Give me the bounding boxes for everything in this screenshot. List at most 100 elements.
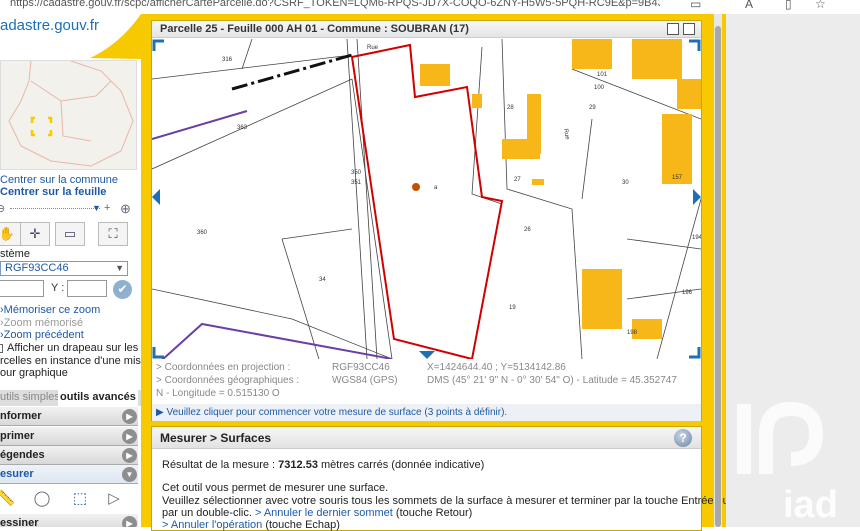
pan-hand-icon[interactable]: ✋ — [0, 222, 22, 246]
cancel-operation-link[interactable]: > Annuler l'opération — [162, 519, 262, 531]
accordion-dessiner[interactable]: essiner ▶ — [0, 514, 138, 527]
coordinate-system-select[interactable]: RGF93CC46 ▼ — [0, 261, 128, 276]
parcel-label: 316 — [222, 57, 233, 63]
accordion-informer-label: nformer — [0, 410, 42, 422]
previous-zoom-link[interactable]: ›Zoom précédent — [0, 329, 84, 341]
split-icon[interactable]: ▯ — [785, 0, 792, 11]
ruler-icon[interactable]: 📏 — [0, 487, 18, 511]
zoom-in-icon[interactable]: ⊕ — [120, 201, 131, 217]
map-panel: Parcelle 25 - Feuille 000 AH 01 - Commun… — [151, 20, 702, 421]
url-text[interactable]: https://cadastre.gouv.fr/scpc/afficherCa… — [10, 0, 660, 9]
parcel-label: 350 — [351, 170, 362, 176]
flag-option[interactable]: Afficher un drapeau sur les — [0, 342, 138, 354]
browser-url-bar[interactable]: https://cadastre.gouv.fr/scpc/afficherCa… — [0, 0, 860, 14]
road-label: Rue — [367, 45, 379, 51]
circle-measure-icon[interactable]: ◯ — [30, 487, 54, 511]
map-tools: ✋ ✛ ▭ ⛶ — [0, 222, 141, 248]
zoom-plus-icon[interactable]: + — [104, 202, 110, 214]
restore-window-icon[interactable] — [667, 23, 679, 35]
accordion-mesurer[interactable]: esurer ▼ — [0, 465, 138, 484]
accordion-imprimer-label: primer — [0, 430, 35, 442]
y-label: Y : — [51, 282, 65, 294]
parcel-label: 28 — [507, 105, 514, 111]
parcel-label: 100 — [594, 85, 605, 91]
zoom-box-icon[interactable]: ▭ — [55, 222, 85, 246]
cancel-operation-line: > Annuler l'opération (touche Echap) — [162, 519, 340, 531]
reader-icon[interactable]: A — [745, 0, 753, 11]
pan-down-arrow[interactable] — [419, 351, 435, 359]
scrollbar-thumb[interactable] — [715, 26, 721, 527]
crosshair-icon[interactable]: ✛ — [20, 222, 50, 246]
cadastral-map[interactable]: 316 363 360 350 351 34 a 28 27 26 29 30 … — [152, 39, 701, 359]
measure-hint: ▶ Veuillez cliquer pour commencer votre … — [152, 404, 701, 421]
cancel-operation-suffix: (touche Echap) — [262, 519, 340, 531]
x-coordinate-input[interactable] — [0, 280, 44, 297]
page-scrollbar[interactable] — [714, 14, 722, 527]
page-frame: adastre.gouv.fr Centrer sur la commune C… — [0, 14, 729, 531]
overview-map-drawing — [8, 60, 134, 167]
tab-advanced-tools[interactable]: outils avancés — [58, 390, 138, 406]
help-icon[interactable]: ? — [674, 429, 692, 447]
pan-left-arrow[interactable] — [152, 189, 160, 205]
star-icon[interactable]: ☆ — [815, 0, 826, 11]
memorize-zoom-label: Mémoriser ce zoom — [3, 304, 101, 316]
parcel-label: 196 — [682, 290, 693, 296]
left-panel: adastre.gouv.fr Centrer sur la commune C… — [0, 14, 141, 527]
accordion-imprimer[interactable]: primer ▶ — [0, 427, 138, 446]
flag-text-3: our graphique — [0, 367, 68, 379]
previous-zoom-label: Zoom précédent — [3, 329, 84, 341]
validate-check-button[interactable]: ✔ — [113, 280, 132, 299]
map-drawing: 316 363 360 350 351 34 a 28 27 26 29 30 … — [152, 39, 701, 359]
tab-simple-tools[interactable]: utils simples — [0, 391, 60, 403]
accordion-informer[interactable]: nformer ▶ — [0, 407, 138, 426]
zoom-extent-icon[interactable]: ⛶ — [98, 222, 128, 246]
center-feuille-link[interactable]: Centrer sur la feuille — [0, 186, 106, 198]
memorize-zoom-link[interactable]: ›Mémoriser ce zoom — [0, 304, 100, 316]
geo-value-2: N - Longitude = 0.515130 O — [156, 388, 280, 399]
parcel-label: 363 — [237, 125, 248, 131]
zoom-handle[interactable]: ▼ — [92, 203, 101, 213]
parcel-label: 34 — [319, 277, 326, 283]
flag-text-1: Afficher un drapeau sur les — [7, 342, 139, 354]
zoom-out-icon[interactable]: ⊖ — [0, 202, 5, 215]
parcel-label: 19 — [509, 305, 516, 311]
projection-value: X=1424644.40 ; Y=5134142.86 — [427, 362, 566, 373]
watermark-text: iad — [783, 484, 838, 526]
parcel-label: 27 — [514, 177, 521, 183]
flag-text-2: rcelles en instance d'une mise — [0, 355, 141, 367]
measure-result: Résultat de la mesure : 7312.53 mètres c… — [162, 459, 484, 471]
play-icon: ▶ — [122, 516, 137, 527]
result-prefix: Résultat de la mesure : — [162, 459, 279, 471]
surface-measure-icon[interactable]: ⬚ — [68, 487, 92, 511]
zoom-slider-row: ⊖ ▼ + ⊕ — [0, 201, 141, 218]
cursor-icon[interactable]: ▷ — [102, 487, 126, 511]
parcel-label: a — [434, 185, 438, 191]
y-coordinate-input[interactable] — [67, 280, 107, 297]
map-title-bar: Parcelle 25 - Feuille 000 AH 01 - Commun… — [152, 21, 701, 38]
accordion-legendes[interactable]: égendes ▶ — [0, 446, 138, 465]
measure-tools: 📏 ◯ ⬚ ▷ — [0, 484, 138, 514]
projection-label: > Coordonnées en projection : — [156, 362, 291, 373]
projection-system: RGF93CC46 — [332, 362, 390, 373]
cancel-last-vertex-link[interactable]: > Annuler le dernier sommet — [255, 507, 393, 519]
accordion-legendes-label: égendes — [0, 449, 45, 461]
site-logo[interactable]: adastre.gouv.fr — [0, 14, 141, 59]
zoom-memorized-text: Zoom mémorisé — [3, 317, 84, 329]
xy-input-row: Y : ✔ — [0, 280, 141, 300]
right-background: iad — [726, 14, 860, 527]
measure-title: Mesurer > Surfaces — [160, 431, 272, 445]
dblclick-instructions: par un double-clic. > Annuler le dernier… — [162, 507, 472, 519]
parcel-label: 157 — [672, 175, 683, 181]
parcel-label: 30 — [622, 180, 629, 186]
center-commune-link[interactable]: Centrer sur la commune — [0, 174, 118, 186]
tab-icon[interactable]: ▭ — [690, 0, 701, 11]
measure-title-bar: Mesurer > Surfaces ? — [152, 427, 701, 449]
select-instructions: Veuillez sélectionner avec votre souris … — [162, 495, 729, 507]
overview-map[interactable] — [0, 60, 137, 170]
maximize-window-icon[interactable] — [683, 23, 695, 35]
chevron-down-icon: ▼ — [122, 467, 137, 482]
zoom-track[interactable] — [10, 208, 100, 209]
result-suffix: mètres carrés (donnée indicative) — [317, 459, 485, 471]
tools-tabs: utils simples outils avancés — [0, 390, 141, 406]
flag-checkbox[interactable] — [0, 343, 3, 353]
